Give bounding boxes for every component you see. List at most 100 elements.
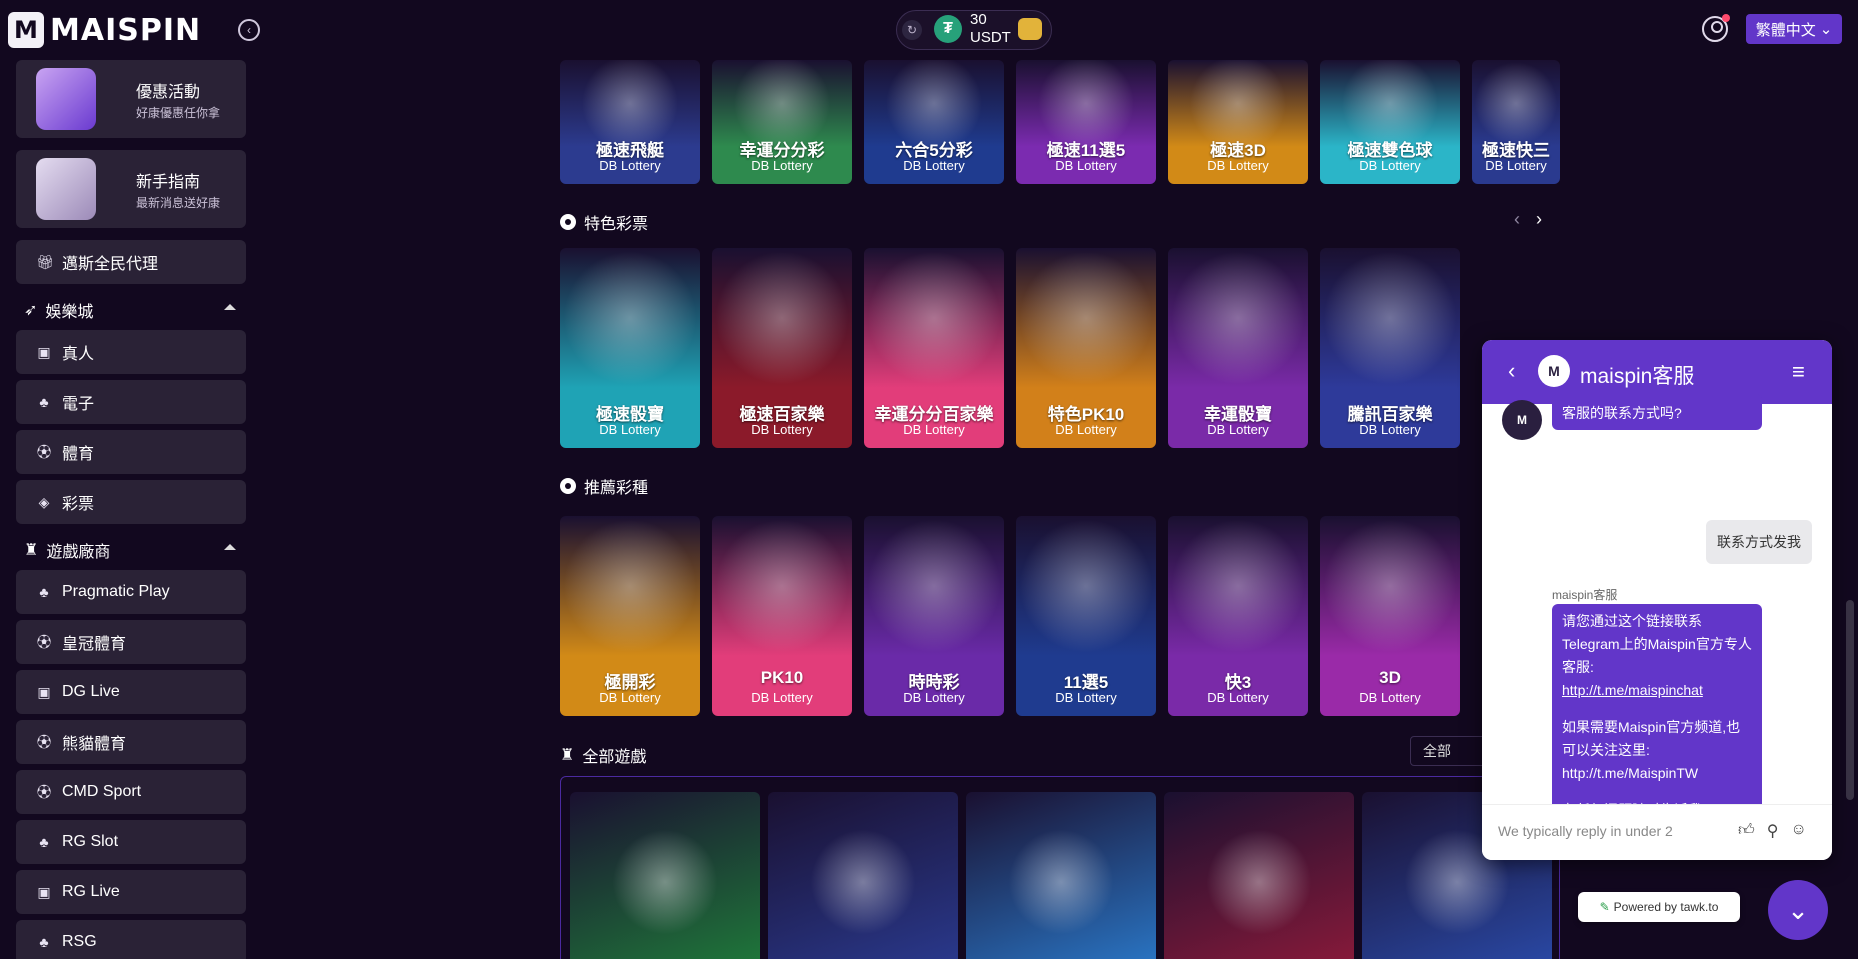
hamburger-menu-icon[interactable]: ≡: [1792, 359, 1805, 385]
sidebar-item-live[interactable]: ▣ 真人: [16, 330, 246, 374]
wallet-currency: USDT: [970, 29, 1011, 46]
sidebar-item-provider[interactable]: ♣ RSG: [16, 920, 246, 959]
cherry-icon: ♣: [39, 834, 49, 850]
page-scrollbar[interactable]: [1846, 600, 1854, 800]
telegram-link[interactable]: http://t.me/maispinchat: [1562, 679, 1752, 702]
attachment-icon[interactable]: ⚲: [1767, 821, 1779, 841]
top-bar: M MAISPIN ‹ ↻ ₮ 30 USDT 繁體中文 ⌄: [0, 0, 1858, 60]
game-tile[interactable]: 時時彩 DB Lottery: [864, 516, 1004, 716]
game-tile[interactable]: 極速快三 DB Lottery: [1472, 60, 1560, 184]
carousel-arrows: ‹ ›: [1514, 209, 1542, 230]
game-tile[interactable]: 極速飛艇 DB Lottery: [560, 60, 700, 184]
chevron-down-icon: ⌄: [1787, 894, 1809, 925]
game-tile[interactable]: 極速雙色球 DB Lottery: [1320, 60, 1460, 184]
sidebar-item-label: 熊貓體育: [62, 736, 127, 753]
sender-name: maispin客服: [1552, 588, 1618, 602]
game-tile[interactable]: 3D DB Lottery: [1320, 516, 1460, 716]
game-tile[interactable]: 幸運分分百家樂 DB Lottery: [864, 248, 1004, 448]
game-tile[interactable]: 11選5 DB Lottery: [1016, 516, 1156, 716]
sidebar-item-provider[interactable]: ▣ RG Live: [16, 870, 246, 914]
game-tile[interactable]: 幸運分分彩 DB Lottery: [712, 60, 852, 184]
emoji-icon[interactable]: ☺: [1790, 821, 1806, 841]
tawk-icon: ✎: [1599, 900, 1610, 914]
casino-heading[interactable]: ➶ 娛樂城: [16, 290, 246, 330]
language-button[interactable]: 繁體中文 ⌄: [1746, 14, 1842, 44]
game-tile[interactable]: [1164, 792, 1354, 959]
next-arrow-icon[interactable]: ›: [1536, 209, 1542, 230]
refresh-icon[interactable]: ↻: [902, 20, 922, 40]
usdt-icon: ₮: [934, 15, 962, 43]
agent-program-button[interactable]: 🎁︎ 邁斯全民代理: [16, 240, 246, 284]
sidebar-item-provider[interactable]: ♣ Pragmatic Play: [16, 570, 246, 614]
sidebar-item-slots[interactable]: ♣ 電子: [16, 380, 246, 424]
message-text: http://t.me/MaispinTW: [1562, 765, 1699, 781]
soccer-icon: ⚽︎: [37, 634, 51, 650]
game-tile[interactable]: 特色PK10 DB Lottery: [1016, 248, 1156, 448]
featured-section-title: 特色彩票: [560, 210, 648, 234]
chat-input[interactable]: We typically reply in under 2: [1498, 823, 1673, 839]
message-text: 如果需要Maispin官方频道,也可以关注这里:: [1562, 719, 1741, 758]
game-provider: DB Lottery: [1207, 158, 1269, 173]
thumbs-up-icon[interactable]: 👍︎: [1738, 821, 1755, 841]
message-text: 请您通过这个链接联系Telegram上的Maispin官方专人客服:: [1562, 613, 1752, 675]
chat-messages[interactable]: M 客服的联系方式吗? 联系方式发我 maispin客服 请您通过这个链接联系T…: [1482, 394, 1832, 860]
sidebar-item-sports[interactable]: ⚽︎ 體育: [16, 430, 246, 474]
main-content: 極速飛艇 DB Lottery 幸運分分彩 DB Lottery 六合5分彩 DB Lot…: [560, 60, 1560, 959]
back-icon[interactable]: ‹: [1508, 358, 1515, 384]
promo-card-offers[interactable]: 優惠活動 好康優惠任你拿: [16, 60, 246, 138]
game-provider: DB Lottery: [599, 690, 661, 705]
powered-label: Powered by tawk.to: [1613, 900, 1719, 914]
soccer-icon: [560, 214, 576, 230]
game-provider: DB Lottery: [751, 422, 813, 437]
game-tile[interactable]: 騰訊百家樂 DB Lottery: [1320, 248, 1460, 448]
recommended-section-title: 推薦彩種: [560, 474, 648, 498]
rocket-icon: ➶: [24, 302, 38, 319]
sidebar-item-provider[interactable]: ⚽︎ 皇冠體育: [16, 620, 246, 664]
game-tile[interactable]: 幸運骰寶 DB Lottery: [1168, 248, 1308, 448]
all-games-title: 全部遊戲: [582, 749, 647, 766]
featured-title: 特色彩票: [584, 216, 649, 233]
chat-agent-avatar: M: [1538, 355, 1570, 387]
game-tile[interactable]: 極速骰寶 DB Lottery: [560, 248, 700, 448]
wallet-icon[interactable]: [1018, 18, 1042, 40]
game-tile[interactable]: PK10 DB Lottery: [712, 516, 852, 716]
game-tile[interactable]: 極速百家樂 DB Lottery: [712, 248, 852, 448]
brand-logo[interactable]: M MAISPIN: [8, 12, 201, 48]
game-tile[interactable]: 六合5分彩 DB Lottery: [864, 60, 1004, 184]
game-tile[interactable]: 快3 DB Lottery: [1168, 516, 1308, 716]
sidebar-item-provider[interactable]: ⚽︎ CMD Sport: [16, 770, 246, 814]
game-filter-select[interactable]: 全部: [1410, 736, 1490, 766]
sidebar: 優惠活動 好康優惠任你拿 新手指南 最新消息送好康 🎁︎ 邁斯全民代理 ➶ 娛樂…: [16, 60, 246, 959]
bot-avatar: M: [1502, 400, 1542, 440]
powered-by-badge[interactable]: ✎ Powered by tawk.to: [1578, 892, 1740, 922]
promo-title: 優惠活動: [136, 84, 201, 101]
sidebar-item-lottery[interactable]: ◈ 彩票: [16, 480, 246, 524]
promo-card-guide[interactable]: 新手指南 最新消息送好康: [16, 150, 246, 228]
sidebar-item-label: 彩票: [62, 496, 95, 513]
sidebar-item-provider[interactable]: ♣ RG Slot: [16, 820, 246, 864]
game-tile[interactable]: [966, 792, 1156, 959]
sidebar-item-label: 電子: [62, 396, 95, 413]
game-tile[interactable]: 極速11選5 DB Lottery: [1016, 60, 1156, 184]
sidebar-item-provider[interactable]: ▣ DG Live: [16, 670, 246, 714]
sidebar-item-provider[interactable]: ⚽︎ 熊貓體育: [16, 720, 246, 764]
game-provider: DB Lottery: [1207, 690, 1269, 705]
sidebar-item-label: DG Live: [62, 683, 120, 700]
prev-arrow-icon[interactable]: ‹: [1514, 209, 1520, 230]
game-tile[interactable]: 極速3D DB Lottery: [1168, 60, 1308, 184]
game-provider: DB Lottery: [1207, 422, 1269, 437]
game-provider: DB Lottery: [903, 158, 965, 173]
recommended-title: 推薦彩種: [584, 480, 649, 497]
game-name: PK10: [760, 668, 804, 687]
soccer-icon: ⚽︎: [37, 444, 51, 460]
game-tile[interactable]: [570, 792, 760, 959]
game-provider: DB Lottery: [1359, 158, 1421, 173]
gift-small-icon: 🎁︎: [36, 253, 54, 270]
collapse-sidebar-icon[interactable]: ‹: [238, 19, 260, 41]
game-tile[interactable]: 極開彩 DB Lottery: [560, 516, 700, 716]
game-tile[interactable]: [768, 792, 958, 959]
collapse-caret-icon: [224, 544, 236, 550]
provider-heading[interactable]: ♜ 遊戲廠商: [16, 530, 246, 570]
promo-subtitle: 最新消息送好康: [136, 196, 221, 210]
chat-launcher-button[interactable]: ⌄: [1768, 880, 1828, 940]
